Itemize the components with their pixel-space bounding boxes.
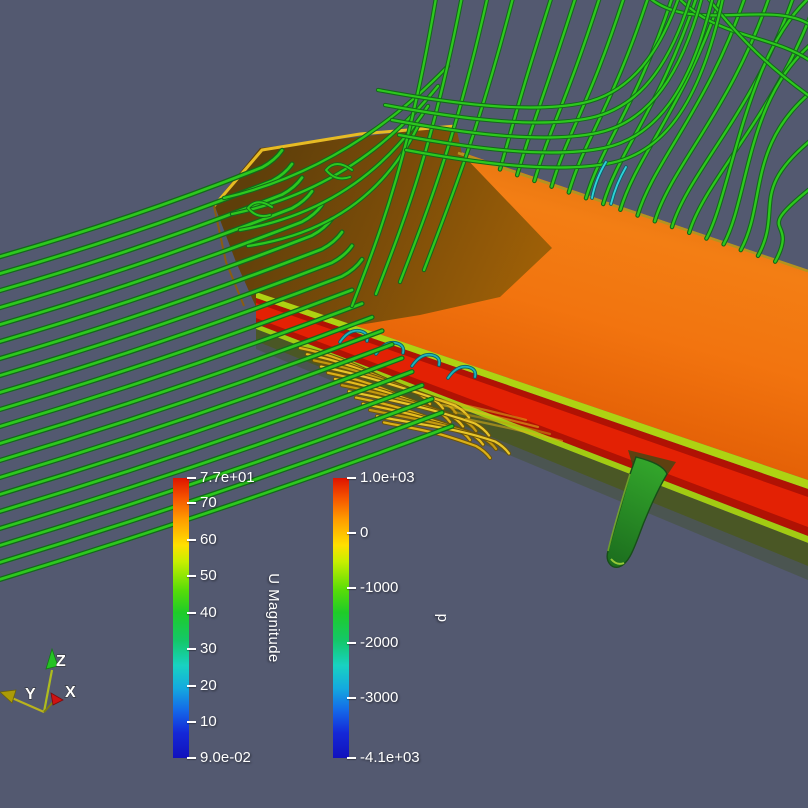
tick-mark	[187, 502, 196, 504]
tick-mark	[187, 612, 196, 614]
tick-label: -1000	[360, 579, 398, 597]
tick-label: 20	[200, 677, 217, 695]
colorbar-p[interactable]	[333, 478, 349, 758]
min-label: 9.0e-02	[200, 749, 251, 767]
tick-mark	[187, 685, 196, 687]
tick-mark	[187, 575, 196, 577]
tick-label: 70	[200, 494, 217, 512]
paraview-render-viewport[interactable]: Y Z X 7.7e+01 70 60 50 40 30 20 10 9.0e-02 U Magn…	[0, 0, 808, 808]
axis-z-label: Z	[56, 653, 66, 670]
tick-label: 50	[200, 567, 217, 585]
max-label: 7.7e+01	[200, 469, 255, 487]
min-label: -4.1e+03	[360, 749, 420, 767]
tick-label: -3000	[360, 689, 398, 707]
tick-label: 30	[200, 640, 217, 658]
max-label: 1.0e+03	[360, 469, 415, 487]
tick-label: 10	[200, 713, 217, 731]
tick-mark	[347, 587, 356, 589]
legend-title: p	[434, 614, 451, 623]
tick-label: 40	[200, 604, 217, 622]
tick-mark	[187, 757, 196, 759]
scene-3d[interactable]: Y Z X	[0, 0, 808, 808]
axis-y-label: Y	[25, 686, 36, 703]
tick-mark	[187, 721, 196, 723]
colorbar-u-magnitude[interactable]	[173, 478, 189, 758]
tick-mark	[187, 477, 196, 479]
tick-mark	[347, 532, 356, 534]
legend-title: U Magnitude	[265, 573, 282, 662]
tick-mark	[187, 648, 196, 650]
tick-mark	[347, 697, 356, 699]
axis-x-label: X	[65, 684, 76, 701]
tick-mark	[347, 642, 356, 644]
tick-mark	[187, 539, 196, 541]
tick-label: 0	[360, 524, 368, 542]
tick-mark	[347, 757, 356, 759]
tick-label: 60	[200, 531, 217, 549]
tick-mark	[347, 477, 356, 479]
tick-label: -2000	[360, 634, 398, 652]
